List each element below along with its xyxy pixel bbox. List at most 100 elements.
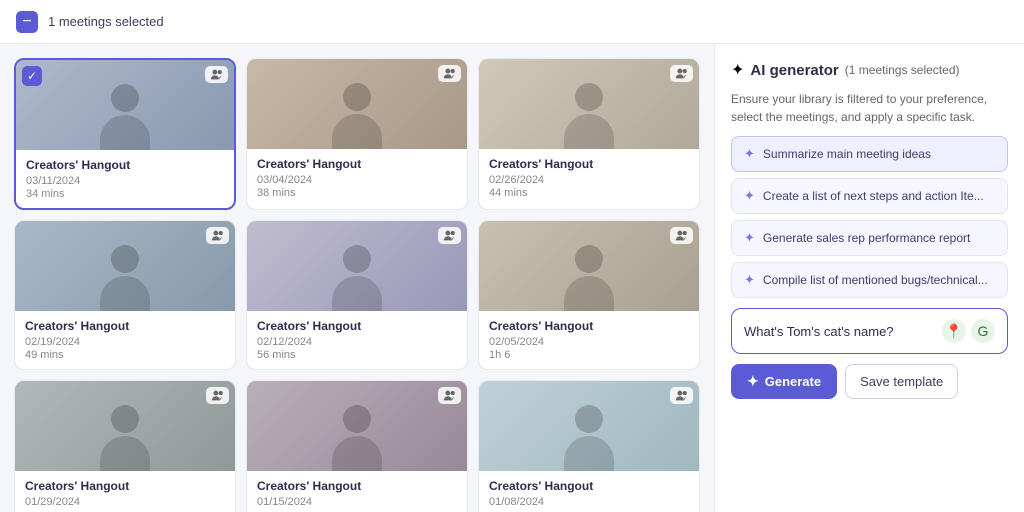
card-info: Creators' Hangout 02/19/2024 49 mins (15, 311, 235, 369)
person-silhouette (564, 405, 614, 471)
card-date: 01/08/2024 (489, 496, 689, 508)
participants-icon (206, 387, 229, 404)
card-meeting-name: Creators' Hangout (25, 319, 225, 333)
ai-panel-header: ✦ AI generator (1 meetings selected) (731, 60, 1008, 80)
ai-selected-badge: (1 meetings selected) (845, 63, 960, 77)
person-silhouette (100, 245, 150, 311)
card-date: 01/29/2024 (25, 496, 225, 508)
meeting-card[interactable]: Creators' Hangout 02/05/2024 1h 6 (478, 220, 700, 370)
generate-button-label: Generate (765, 374, 821, 389)
meeting-card[interactable]: Creators' Hangout 02/12/2024 56 mins (246, 220, 468, 370)
participants-icon (438, 227, 461, 244)
users-icon (211, 389, 224, 402)
participants-icon (670, 227, 693, 244)
meetings-grid-area: Creators' Hangout 03/11/2024 34 mins Cre… (0, 44, 714, 512)
meeting-card[interactable]: Creators' Hangout 02/19/2024 49 mins (14, 220, 236, 370)
person-silhouette (100, 84, 150, 150)
card-thumbnail (479, 59, 699, 149)
meeting-card[interactable]: Creators' Hangout 03/04/2024 38 mins (246, 58, 468, 210)
card-info: Creators' Hangout 01/08/2024 ... (479, 471, 699, 512)
participants-icon (205, 66, 228, 83)
users-icon (443, 229, 456, 242)
card-meeting-name: Creators' Hangout (257, 319, 457, 333)
card-date: 01/15/2024 (257, 496, 457, 508)
header-bar: 1 meetings selected (0, 0, 1024, 44)
card-duration: 34 mins (26, 188, 224, 200)
card-duration: 44 mins (489, 187, 689, 199)
card-info: Creators' Hangout 01/15/2024 ... (247, 471, 467, 512)
users-icon (675, 67, 688, 80)
card-thumbnail (16, 60, 234, 150)
card-info: Creators' Hangout 02/12/2024 56 mins (247, 311, 467, 369)
users-icon (675, 389, 688, 402)
deselect-button[interactable] (16, 11, 38, 33)
save-template-button[interactable]: Save template (845, 364, 958, 399)
card-meeting-name: Creators' Hangout (257, 157, 457, 171)
users-icon (210, 68, 223, 81)
suggestion-label: Generate sales rep performance report (763, 231, 970, 245)
suggestion-label: Summarize main meeting ideas (763, 147, 931, 161)
users-icon (443, 389, 456, 402)
card-date: 02/05/2024 (489, 336, 689, 348)
card-duration: 49 mins (25, 349, 225, 361)
participants-icon (206, 227, 229, 244)
card-thumbnail (15, 221, 235, 311)
card-thumbnail (247, 59, 467, 149)
ai-panel-description: Ensure your library is filtered to your … (731, 90, 1008, 126)
pin-icon[interactable]: 📍 (942, 319, 966, 343)
ai-input-icons: 📍 G (942, 319, 995, 343)
grammarly-icon[interactable]: G (971, 319, 995, 343)
users-icon (211, 229, 224, 242)
card-date: 03/11/2024 (26, 175, 224, 187)
ai-suggestions-list: ✦ Summarize main meeting ideas ✦ Create … (731, 136, 1008, 298)
participants-icon (438, 65, 461, 82)
selection-label: 1 meetings selected (48, 14, 164, 29)
person-silhouette (332, 83, 382, 149)
selected-check-icon (22, 66, 42, 86)
suggestion-sparkle-icon: ✦ (744, 146, 755, 162)
card-thumbnail (247, 221, 467, 311)
person-silhouette (564, 83, 614, 149)
card-info: Creators' Hangout 02/26/2024 44 mins (479, 149, 699, 207)
card-meeting-name: Creators' Hangout (489, 319, 689, 333)
card-meeting-name: Creators' Hangout (25, 479, 225, 493)
ai-prompt-input[interactable] (744, 324, 934, 339)
card-info: Creators' Hangout 02/05/2024 1h 6 (479, 311, 699, 369)
ai-sparkle-icon: ✦ (731, 60, 744, 80)
meetings-grid: Creators' Hangout 03/11/2024 34 mins Cre… (14, 58, 700, 512)
suggestion-label: Create a list of next steps and action I… (763, 189, 984, 203)
suggestion-item[interactable]: ✦ Create a list of next steps and action… (731, 178, 1008, 214)
person-silhouette (100, 405, 150, 471)
card-thumbnail (15, 381, 235, 471)
participants-icon (670, 387, 693, 404)
card-info: Creators' Hangout 03/11/2024 34 mins (16, 150, 234, 208)
card-duration: 56 mins (257, 349, 457, 361)
card-thumbnail (247, 381, 467, 471)
card-date: 03/04/2024 (257, 174, 457, 186)
person-silhouette (564, 245, 614, 311)
card-thumbnail (479, 221, 699, 311)
participants-icon (438, 387, 461, 404)
suggestion-sparkle-icon: ✦ (744, 272, 755, 288)
suggestion-item[interactable]: ✦ Generate sales rep performance report (731, 220, 1008, 256)
suggestion-item[interactable]: ✦ Summarize main meeting ideas (731, 136, 1008, 172)
suggestion-sparkle-icon: ✦ (744, 188, 755, 204)
suggestion-item[interactable]: ✦ Compile list of mentioned bugs/technic… (731, 262, 1008, 298)
ai-panel: ✦ AI generator (1 meetings selected) Ens… (714, 44, 1024, 512)
card-date: 02/12/2024 (257, 336, 457, 348)
meeting-card[interactable]: Creators' Hangout 01/29/2024 ... (14, 380, 236, 512)
meeting-card[interactable]: Creators' Hangout 03/11/2024 34 mins (14, 58, 236, 210)
meeting-card[interactable]: Creators' Hangout 02/26/2024 44 mins (478, 58, 700, 210)
card-date: 02/26/2024 (489, 174, 689, 186)
card-meeting-name: Creators' Hangout (489, 157, 689, 171)
card-duration: 38 mins (257, 187, 457, 199)
generate-button[interactable]: ✦ Generate (731, 364, 837, 399)
meeting-card[interactable]: Creators' Hangout 01/08/2024 ... (478, 380, 700, 512)
card-date: 02/19/2024 (25, 336, 225, 348)
ai-input-area[interactable]: 📍 G (731, 308, 1008, 354)
main-content: Creators' Hangout 03/11/2024 34 mins Cre… (0, 44, 1024, 512)
ai-panel-title: AI generator (750, 62, 838, 79)
card-meeting-name: Creators' Hangout (257, 479, 457, 493)
meeting-card[interactable]: Creators' Hangout 01/15/2024 ... (246, 380, 468, 512)
card-duration: 1h 6 (489, 349, 689, 361)
